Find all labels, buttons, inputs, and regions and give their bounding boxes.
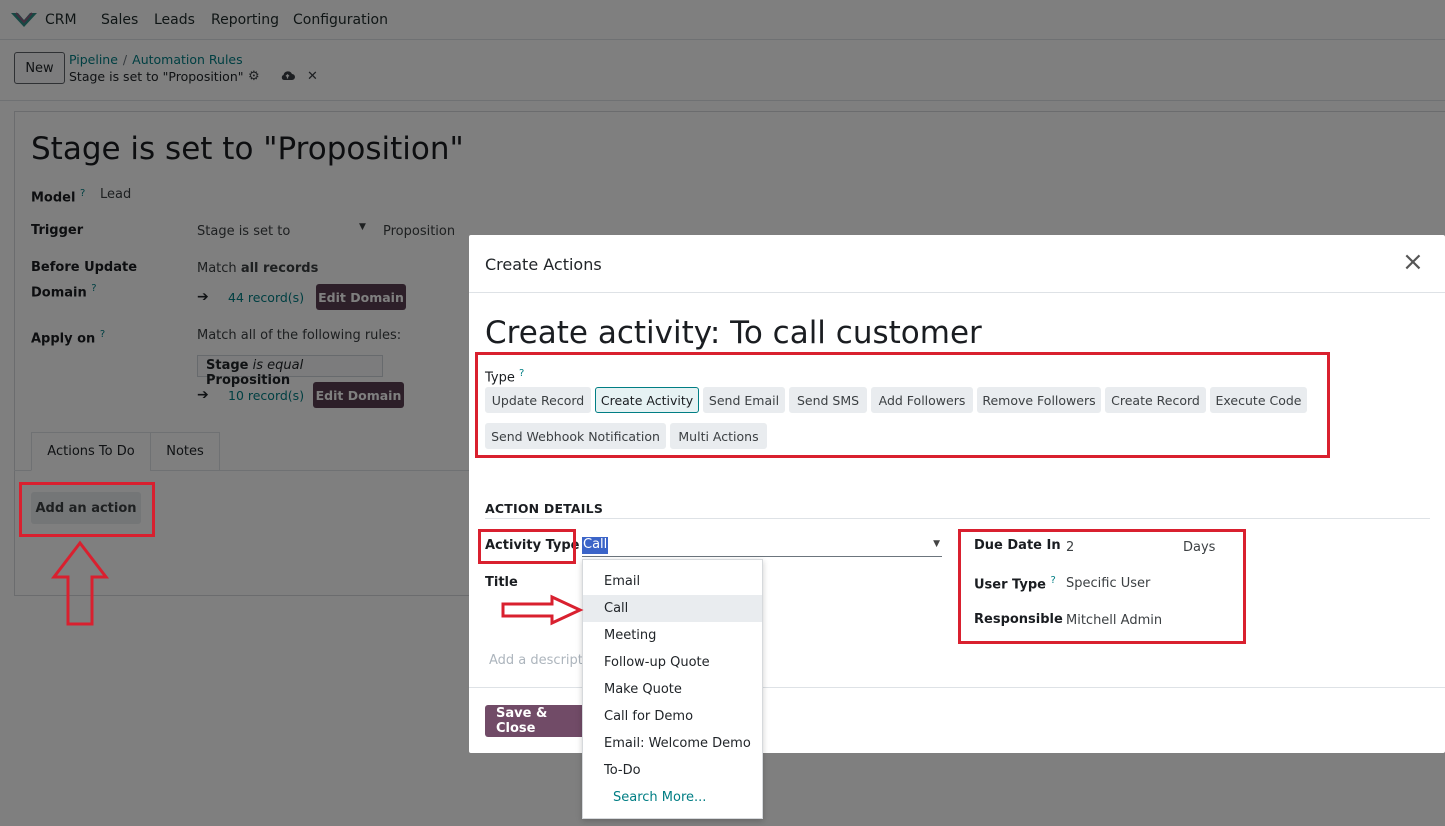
annotation-box-activity-type: [478, 529, 576, 564]
annotation-box-details: [958, 529, 1246, 644]
dropdown-item-call[interactable]: Call: [583, 595, 762, 622]
activity-type-dropdown: Email Call Meeting Follow-up Quote Make …: [582, 559, 763, 819]
section-divider: [485, 518, 1430, 519]
search-more-link[interactable]: Search More...: [613, 784, 706, 811]
annotation-box-type: [475, 352, 1330, 458]
dropdown-item-follow-up-quote[interactable]: Follow-up Quote: [583, 649, 762, 676]
annotation-arrow-right-icon: [501, 594, 584, 626]
dropdown-item-to-do[interactable]: To-Do: [583, 757, 762, 784]
dropdown-item-call-for-demo[interactable]: Call for Demo: [583, 703, 762, 730]
activity-type-value[interactable]: Call: [582, 537, 609, 554]
dropdown-item-meeting[interactable]: Meeting: [583, 622, 762, 649]
annotation-box-add-action: [19, 482, 155, 537]
modal-header: Create Actions ×: [469, 235, 1445, 293]
caret-down-icon[interactable]: ▼: [933, 539, 940, 549]
dropdown-item-email-welcome-demo[interactable]: Email: Welcome Demo: [583, 730, 762, 757]
dropdown-item-email[interactable]: Email: [583, 568, 762, 595]
annotation-arrow-up-icon: [50, 540, 110, 626]
action-details-title: ACTION DETAILS: [485, 501, 604, 516]
title-label: Title: [485, 575, 518, 590]
modal-title: Create Actions: [485, 255, 602, 274]
action-name-heading[interactable]: Create activity: To call customer: [485, 315, 982, 351]
close-icon[interactable]: ×: [1402, 249, 1424, 275]
dropdown-item-make-quote[interactable]: Make Quote: [583, 676, 762, 703]
activity-type-input[interactable]: Call ▼: [582, 535, 942, 557]
save-close-button[interactable]: Save & Close: [485, 705, 585, 737]
